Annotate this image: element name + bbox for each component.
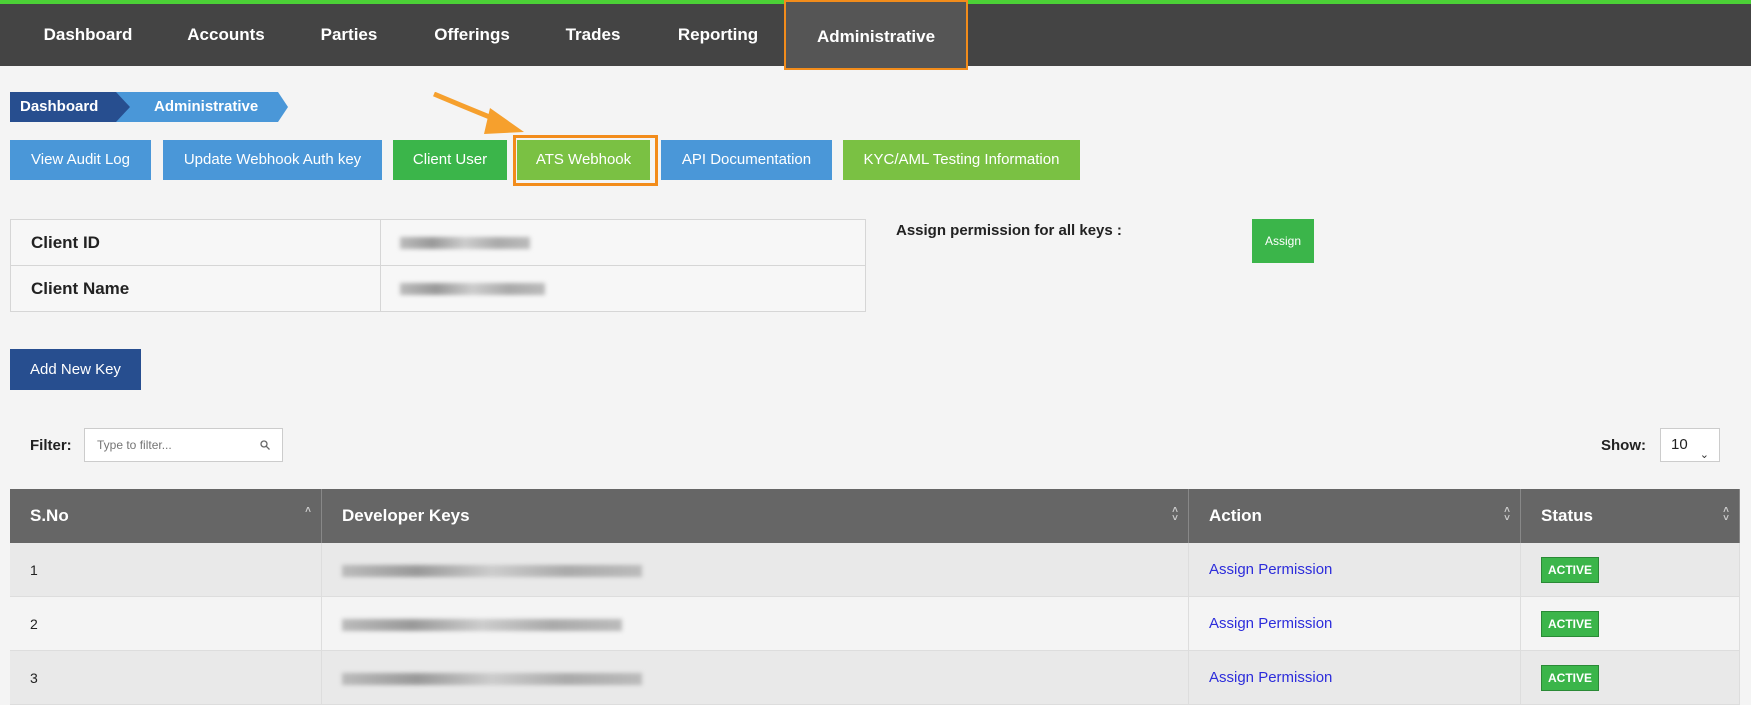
row-sno: 1 [10, 543, 322, 597]
column-header-status[interactable]: Status ˄ ˅ [1520, 489, 1740, 543]
assign-permission-link[interactable]: Assign Permission [1209, 669, 1332, 686]
search-icon [260, 440, 270, 450]
status-badge: ACTIVE [1541, 664, 1600, 691]
assign-permission-link[interactable]: Assign Permission [1209, 561, 1332, 578]
sort-icon: ˄ ˅ [1723, 505, 1729, 524]
client-info-table: Client ID Client Name [10, 219, 866, 312]
client-name-label: Client Name [10, 265, 381, 312]
status-badge: ACTIVE [1541, 610, 1600, 637]
filter-label: Filter: [30, 437, 72, 454]
client-id-value [380, 219, 866, 266]
sort-icon: ˄ ˅ [1504, 505, 1510, 524]
breadcrumb-administrative[interactable]: Administrative [116, 92, 288, 122]
column-header-developer-keys[interactable]: Developer Keys ˄ ˅ [321, 489, 1189, 543]
page-size-select[interactable]: 10 ⌄ [1660, 428, 1720, 462]
api-documentation-button[interactable]: API Documentation [661, 140, 832, 180]
page-size-value: 10 [1671, 436, 1688, 453]
nav-trades[interactable]: Trades [548, 4, 638, 66]
update-webhook-auth-key-button[interactable]: Update Webhook Auth key [163, 140, 382, 180]
assign-permission-link[interactable]: Assign Permission [1209, 615, 1332, 632]
chevron-down-icon: ⌄ [1699, 449, 1709, 461]
kyc-aml-testing-button[interactable]: KYC/AML Testing Information [843, 140, 1080, 180]
status-badge: ACTIVE [1541, 556, 1600, 583]
nav-accounts[interactable]: Accounts [168, 4, 284, 66]
developer-keys-table: S.No ˄ Developer Keys ˄ ˅ Action ˄ ˅ Status ˄ ˅… [10, 489, 1740, 705]
sort-icon: ˄ [305, 505, 311, 516]
show-label: Show: [1601, 437, 1646, 454]
top-navbar: Dashboard Accounts Parties Offerings Tra… [0, 0, 1751, 70]
row-sno: 3 [10, 650, 322, 705]
nav-offerings[interactable]: Offerings [418, 4, 526, 66]
column-header-sno[interactable]: S.No ˄ [10, 489, 322, 543]
client-name-value [380, 265, 866, 312]
breadcrumb-dashboard[interactable]: Dashboard [10, 92, 130, 122]
nav-dashboard[interactable]: Dashboard [28, 4, 148, 66]
nav-parties[interactable]: Parties [302, 4, 396, 66]
table-row: 1 Assign Permission ACTIVE [10, 543, 1740, 597]
developer-key-value [321, 650, 1189, 705]
client-user-button[interactable]: Client User [393, 140, 507, 180]
nav-administrative[interactable]: Administrative [784, 0, 968, 70]
developer-key-value [321, 596, 1189, 651]
ats-webhook-highlight [513, 135, 658, 186]
table-row: 2 Assign Permission ACTIVE [10, 596, 1740, 651]
client-id-label: Client ID [10, 219, 381, 266]
assign-button[interactable]: Assign [1252, 219, 1314, 263]
view-audit-log-button[interactable]: View Audit Log [10, 140, 151, 180]
row-sno: 2 [10, 596, 322, 651]
nav-reporting[interactable]: Reporting [660, 4, 776, 66]
developer-key-value [321, 543, 1189, 597]
column-header-action[interactable]: Action ˄ ˅ [1188, 489, 1521, 543]
assign-permission-label: Assign permission for all keys : [896, 222, 1122, 239]
add-new-key-button[interactable]: Add New Key [10, 349, 141, 390]
table-row: 3 Assign Permission ACTIVE [10, 650, 1740, 705]
filter-input[interactable] [84, 428, 283, 462]
sort-icon: ˄ ˅ [1172, 505, 1178, 524]
